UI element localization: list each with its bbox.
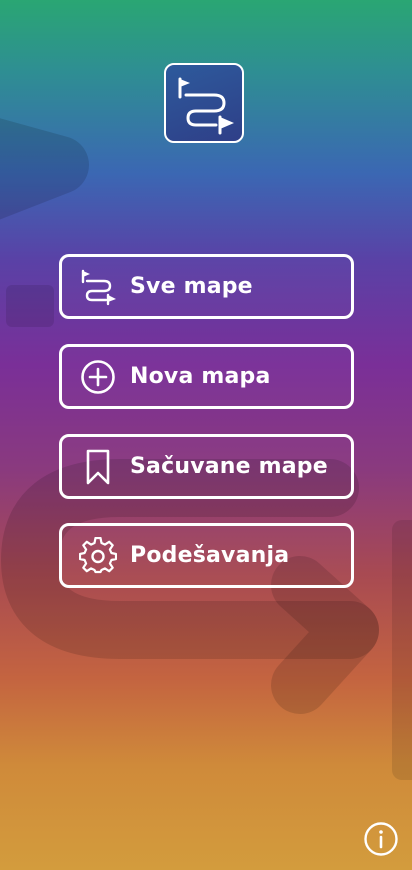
settings-label: Podešavanja <box>130 543 290 568</box>
route-list-icon <box>79 268 117 306</box>
home-screen: Sve mape Nova mapa Sačuvane mape Podešav… <box>0 0 412 870</box>
new-map-button[interactable]: Nova mapa <box>59 344 354 409</box>
bookmark-icon <box>79 448 117 486</box>
all-maps-label: Sve mape <box>130 274 253 299</box>
info-button[interactable] <box>364 822 398 856</box>
saved-maps-label: Sačuvane mape <box>130 454 328 479</box>
gear-icon <box>79 536 117 575</box>
saved-maps-button[interactable]: Sačuvane mape <box>59 434 354 499</box>
app-logo <box>164 63 244 143</box>
all-maps-button[interactable]: Sve mape <box>59 254 354 319</box>
new-map-label: Nova mapa <box>130 364 271 389</box>
route-flags-icon <box>178 77 234 135</box>
settings-button[interactable]: Podešavanja <box>59 523 354 588</box>
plus-circle-icon <box>79 358 117 396</box>
info-icon <box>364 822 398 856</box>
